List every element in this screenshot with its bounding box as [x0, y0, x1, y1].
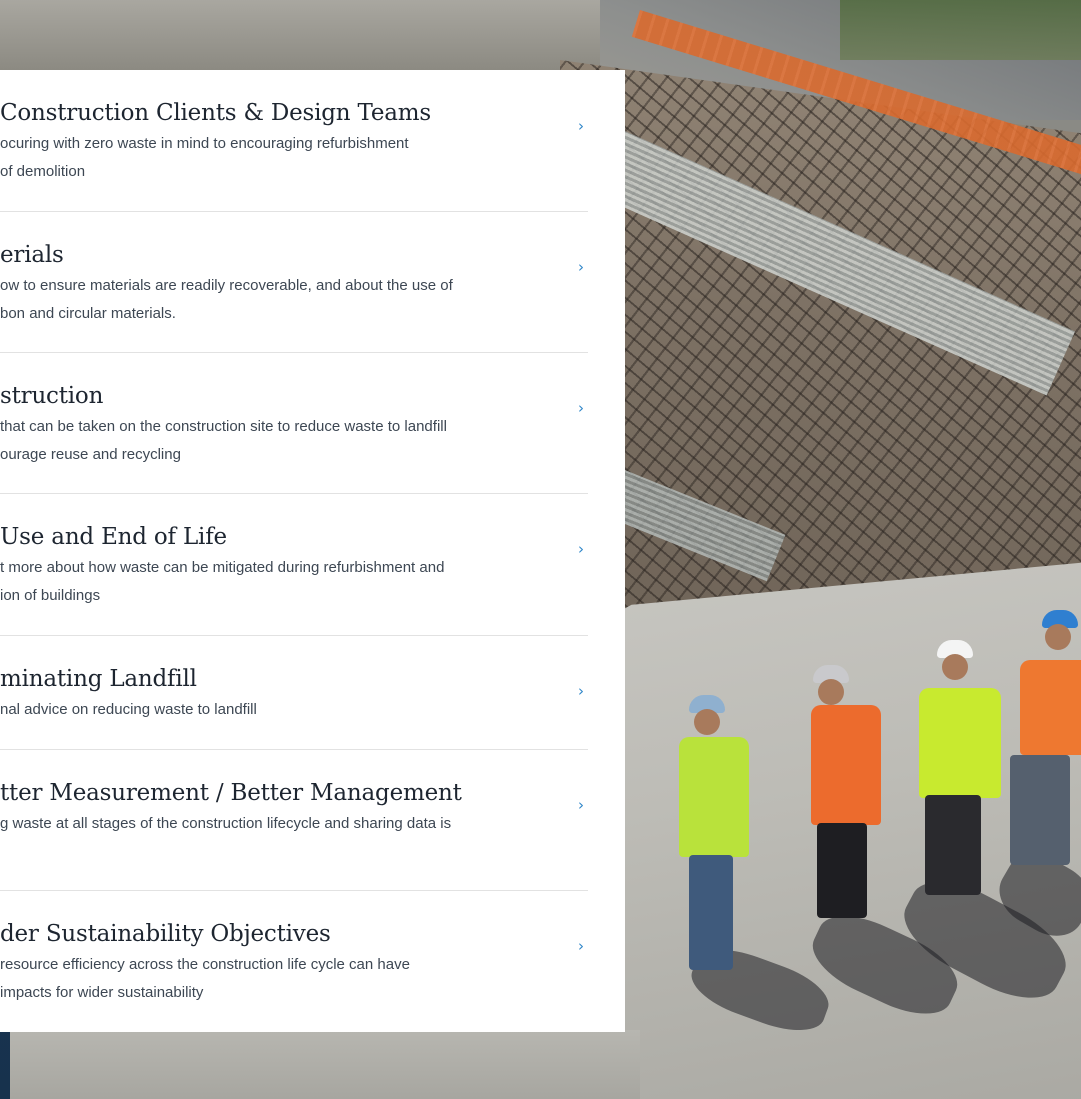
- topic-description: g waste at all stages of the constructio…: [0, 810, 560, 838]
- topic-item-construction-clients[interactable]: Construction Clients & Design Teams ocur…: [0, 70, 588, 212]
- chevron-right-icon[interactable]: ›: [578, 400, 584, 416]
- chevron-right-icon[interactable]: ›: [578, 118, 584, 134]
- topic-title: struction: [0, 383, 104, 409]
- topic-item-materials[interactable]: erials ow to ensure materials are readil…: [0, 211, 588, 353]
- topic-description-line: of demolition: [0, 163, 86, 180]
- page: Construction Clients & Design Teams ocur…: [0, 0, 1081, 1099]
- topic-description-line: ourage reuse and recycling: [0, 446, 181, 463]
- topic-title: minating Landfill: [0, 666, 197, 692]
- topic-description: nal advice on reducing waste to landfill: [0, 696, 560, 724]
- topic-description: resource efficiency across the construct…: [0, 951, 560, 1007]
- topic-description-line: t more about how waste can be mitigated …: [0, 559, 445, 576]
- topic-description-line: nal advice on reducing waste to landfill: [0, 701, 257, 718]
- topic-description-line: g waste at all stages of the constructio…: [0, 815, 452, 832]
- topic-description-line: ocuring with zero waste in mind to encou…: [0, 135, 409, 152]
- topic-description-line: impacts for wider sustainability: [0, 984, 204, 1001]
- topic-description-line: bon and circular materials.: [0, 305, 176, 322]
- topic-item-eliminating-landfill[interactable]: minating Landfill nal advice on reducing…: [0, 635, 588, 750]
- topic-item-construction[interactable]: struction that can be taken on the const…: [0, 352, 588, 494]
- chevron-right-icon[interactable]: ›: [578, 259, 584, 275]
- topic-item-use-and-end-of-life[interactable]: Use and End of Life t more about how was…: [0, 493, 588, 636]
- chevron-right-icon[interactable]: ›: [578, 683, 584, 699]
- topic-item-better-measurement[interactable]: tter Measurement / Better Management g w…: [0, 749, 588, 891]
- topic-description-line: ow to ensure materials are readily recov…: [0, 277, 453, 294]
- background-trees: [840, 0, 1081, 60]
- topic-title: Use and End of Life: [0, 524, 227, 550]
- topic-title: erials: [0, 242, 64, 268]
- topic-description: ow to ensure materials are readily recov…: [0, 272, 560, 328]
- topic-title: Construction Clients & Design Teams: [0, 100, 431, 126]
- topic-item-wider-sustainability[interactable]: der Sustainability Objectives resource e…: [0, 890, 588, 1032]
- chevron-right-icon[interactable]: ›: [578, 938, 584, 954]
- background-bottom-ground: [0, 1030, 640, 1099]
- topic-description-line: that can be taken on the construction si…: [0, 418, 447, 435]
- topic-description-line: ion of buildings: [0, 587, 101, 604]
- topic-description-line: resource efficiency across the construct…: [0, 956, 410, 973]
- topic-title: der Sustainability Objectives: [0, 921, 331, 947]
- topic-description: that can be taken on the construction si…: [0, 413, 560, 469]
- topics-panel: Construction Clients & Design Teams ocur…: [0, 70, 625, 1032]
- chevron-right-icon[interactable]: ›: [578, 797, 584, 813]
- topic-description: ocuring with zero waste in mind to encou…: [0, 130, 560, 186]
- chevron-right-icon[interactable]: ›: [578, 541, 584, 557]
- topic-description: t more about how waste can be mitigated …: [0, 554, 560, 610]
- topic-title: tter Measurement / Better Management: [0, 780, 462, 806]
